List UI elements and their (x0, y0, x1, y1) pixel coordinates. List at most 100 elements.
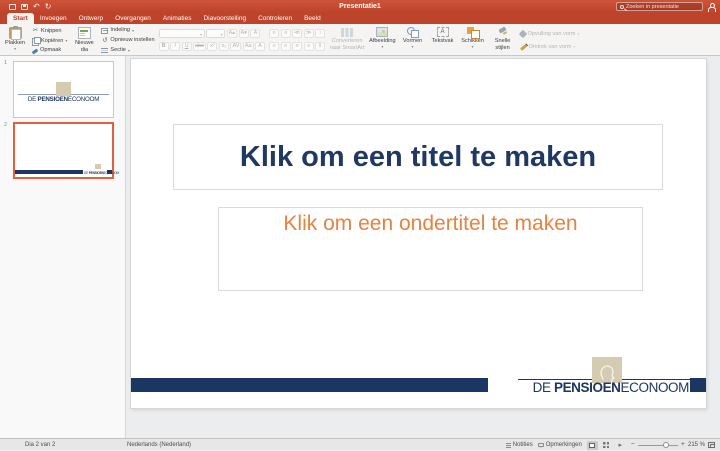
copy-button[interactable]: Kopiëren ▾ (32, 37, 67, 44)
textbox-button[interactable]: A Tekstvak (430, 26, 456, 45)
tab-start[interactable]: Start (7, 13, 34, 25)
fit-slide-to-window-icon[interactable] (708, 442, 715, 448)
quick-styles-button[interactable]: Snelle stijlen (490, 26, 516, 51)
titlebar: ↶ ↻ Presentatie1 Zoeken in presentatie (0, 0, 720, 13)
smartart-label-1: Converteren (332, 38, 363, 45)
decrease-indent-button[interactable]: ≪ (292, 29, 302, 38)
search-box[interactable]: Zoeken in presentatie (616, 2, 703, 11)
undo-icon[interactable]: ↶ (33, 2, 40, 12)
tab-ontwerp[interactable]: Ontwerp (73, 13, 110, 25)
reset-button[interactable]: ↺ Opnieuw instellen (101, 37, 154, 44)
new-slide-button[interactable]: Nieuwe dia (71, 26, 97, 53)
underline-button[interactable]: U (182, 42, 192, 51)
slide1-number: 1 (4, 60, 7, 66)
font-name-select[interactable]: ▾ (159, 29, 205, 38)
thumb2-logo-text: DE PENSIOENECONOOM (84, 171, 119, 175)
bullets-button[interactable]: ≡ (269, 29, 279, 38)
shrink-font-button[interactable]: A▾ (239, 29, 249, 38)
picture-icon (376, 27, 388, 37)
window-icon[interactable] (9, 4, 16, 10)
new-slide-icon (78, 27, 91, 39)
title-placeholder[interactable]: Klik om een titel te maken (173, 124, 663, 190)
picture-caret-icon: ▾ (381, 45, 383, 50)
zoom-slider[interactable] (638, 445, 678, 446)
normal-view-button[interactable] (587, 441, 598, 450)
slideshow-icon: ▸ (619, 442, 623, 449)
picture-button[interactable]: Afbeelding ▾ (369, 26, 395, 50)
tab-invoegen[interactable]: Invoegen (34, 13, 73, 25)
zoom-slider-knob[interactable] (663, 442, 669, 448)
notes-toggle[interactable]: Notities (506, 442, 533, 448)
title-placeholder-text: Klik om een titel te maken (240, 141, 596, 174)
thumb-logo-head-icon (56, 82, 71, 96)
shapes-icon (407, 27, 419, 37)
align-right-button[interactable]: ≡ (292, 42, 302, 51)
grow-font-button[interactable]: A▴ (227, 29, 237, 38)
tab-diavoorstelling[interactable]: Diavoorstelling (197, 13, 252, 25)
clipboard-stack: ✂ Knippen Kopiëren ▾ Opmaak (32, 27, 67, 53)
font-color-button[interactable]: A (255, 42, 265, 51)
convert-smartart-button[interactable]: Converteren naar SmartArt (329, 26, 365, 51)
share-icon[interactable] (707, 3, 716, 11)
shape-fill-caret-icon: ▾ (577, 31, 579, 36)
notes-label: Notities (513, 442, 533, 448)
zoom-out-button[interactable]: − (631, 442, 635, 448)
section-caret-icon: ▾ (128, 48, 130, 53)
clear-formatting-button[interactable]: A (250, 29, 260, 38)
tab-beeld[interactable]: Beeld (298, 13, 327, 25)
clipboard-group: Plakken ▾ ✂ Knippen Kopiëren ▾ Opmaak (2, 26, 67, 53)
save-icon[interactable] (21, 4, 28, 10)
align-left-button[interactable]: ≡ (269, 42, 279, 51)
zoom-level[interactable]: 215 % (688, 442, 705, 448)
tab-controleren[interactable]: Controleren (252, 13, 298, 25)
tab-animaties[interactable]: Animaties (157, 13, 198, 25)
slide2-number: 2 (4, 122, 7, 128)
section-button[interactable]: Sectie ▾ (101, 47, 154, 53)
cut-button[interactable]: ✂ Knippen (32, 27, 67, 34)
zoom-in-button[interactable]: + (681, 442, 685, 448)
character-spacing-button[interactable]: AV (230, 42, 241, 51)
superscript-button[interactable]: x² (207, 42, 217, 51)
slide2-thumbnail[interactable]: DE PENSIOENECONOOM (13, 122, 114, 179)
copy-caret-icon: ▾ (65, 38, 67, 43)
paste-button[interactable]: Plakken ▾ (2, 26, 28, 52)
line-spacing-button[interactable]: ↕ (315, 29, 325, 38)
shape-outline-button[interactable]: Omtrek van vorm ▾ (520, 44, 580, 50)
shape-fill-button[interactable]: Opvulling van vorm ▾ (520, 30, 580, 37)
slideshow-view-button[interactable]: ▸ (615, 441, 626, 450)
format-painter-button[interactable]: Opmaak (32, 47, 67, 53)
align-center-button[interactable]: ≡ (281, 42, 291, 51)
increase-indent-button[interactable]: ≫ (304, 29, 314, 38)
slide-sorter-icon (603, 442, 609, 448)
slide-editor[interactable]: Klik om een titel te maken Klik om een o… (131, 59, 706, 408)
strikethrough-button[interactable]: abc (193, 42, 206, 51)
layout-icon (101, 28, 108, 34)
redo-icon[interactable]: ↻ (45, 2, 52, 12)
slide-sorter-view-button[interactable] (601, 441, 612, 450)
comments-label: Opmerkingen (546, 442, 582, 448)
numbering-button[interactable]: ≡ (281, 29, 291, 38)
reset-icon: ↺ (101, 37, 108, 44)
justify-button[interactable]: ≡ (304, 42, 314, 51)
arrange-icon (467, 27, 479, 37)
copy-label: Kopiëren (41, 38, 63, 44)
slide1-thumbnail[interactable]: DE PENSIOENECONOOM (13, 61, 114, 118)
bold-button[interactable]: B (159, 42, 169, 51)
comments-toggle[interactable]: Opmerkingen (538, 442, 582, 448)
cut-label: Knippen (41, 28, 62, 34)
font-size-select[interactable]: ▾ (206, 29, 225, 38)
language-indicator[interactable]: Nederlands (Nederland) (127, 442, 191, 448)
layout-label: Indeling (110, 27, 130, 33)
paragraph-row-2: ≡ ≡ ≡ ≡ ‖ (269, 42, 325, 51)
italic-button[interactable]: I (170, 42, 180, 51)
arrange-button[interactable]: Schikken ▾ (460, 26, 486, 50)
layout-button[interactable]: Indeling ▾ (101, 27, 154, 34)
shapes-button[interactable]: Vormen ▾ (400, 26, 426, 50)
tab-overgangen[interactable]: Overgangen (109, 13, 157, 25)
change-case-button[interactable]: Aa (243, 42, 254, 51)
columns-button[interactable]: ‖ (315, 42, 325, 51)
font-row-2: B I U abc x² x₂ AV Aa A (159, 42, 266, 51)
comment-icon (538, 443, 544, 447)
subscript-button[interactable]: x₂ (219, 42, 229, 51)
subtitle-placeholder[interactable]: Klik om een ondertitel te maken (218, 207, 643, 291)
